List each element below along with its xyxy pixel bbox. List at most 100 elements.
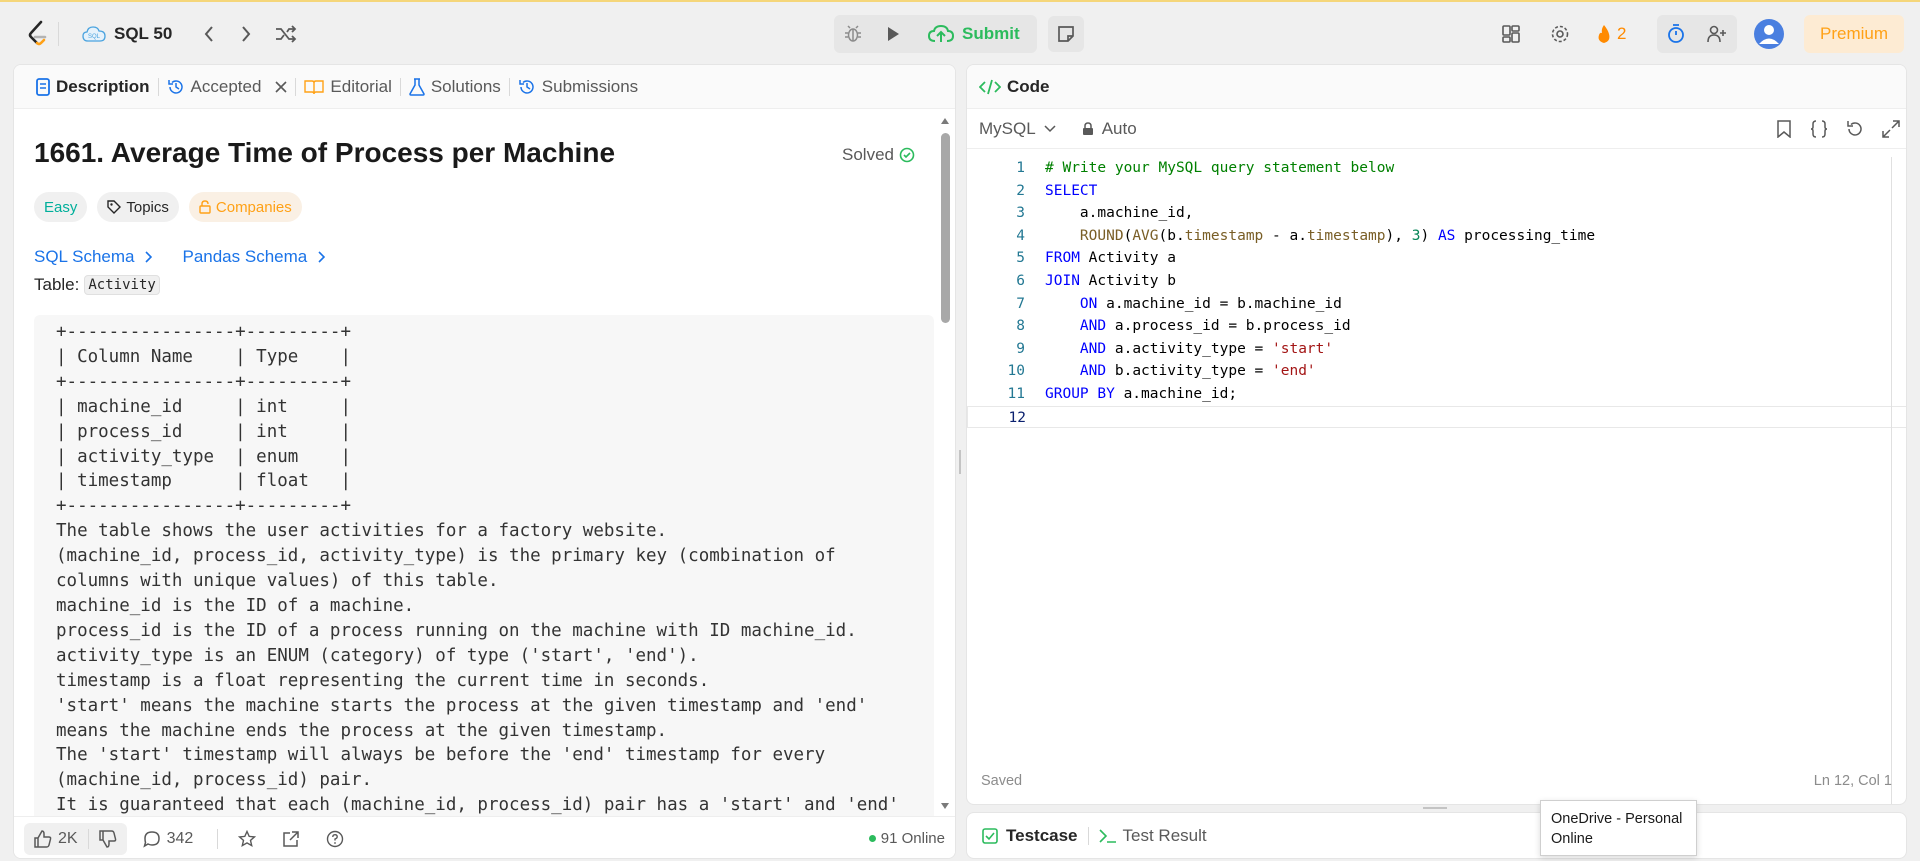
online-dot <box>868 835 876 842</box>
tab-submissions-label: Submissions <box>541 76 639 96</box>
fullscreen-icon[interactable] <box>1882 119 1900 138</box>
share-button[interactable] <box>282 830 300 848</box>
shuffle-button[interactable] <box>268 2 304 66</box>
tab-description[interactable]: Description <box>28 65 158 109</box>
next-question-button[interactable] <box>228 2 264 66</box>
pandas-schema-link[interactable]: Pandas Schema <box>182 247 326 267</box>
study-plan-title[interactable]: SQL SQL 50 <box>82 2 172 66</box>
tag-icon <box>107 200 122 214</box>
code-text: ROUND(AVG(b.timestamp - a.timestamp), 3)… <box>1045 225 1595 248</box>
tab-test-result[interactable]: Test Result <box>1098 814 1207 858</box>
solved-status: Solved <box>842 145 915 165</box>
tab-testcase[interactable]: Testcase <box>982 814 1078 858</box>
avatar[interactable] <box>1754 2 1784 66</box>
thumbs-up-icon <box>34 829 52 848</box>
tab-editorial[interactable]: Editorial <box>296 65 399 109</box>
thumbs-down-icon <box>98 829 116 848</box>
topics-label: Topics <box>126 198 169 216</box>
auto-label: Auto <box>1101 118 1137 138</box>
tab-submissions[interactable]: Submissions <box>510 65 646 109</box>
sql-schema-link[interactable]: SQL Schema <box>34 247 153 267</box>
document-icon <box>36 77 50 96</box>
code-token: a.activity_type = <box>1106 340 1272 357</box>
code-text: JOIN Activity b <box>1045 270 1176 293</box>
close-icon[interactable] <box>275 80 287 93</box>
tab-solutions[interactable]: Solutions <box>401 65 509 109</box>
description-panel: Description Accepted Editorial Solutions… <box>13 64 956 859</box>
bookmark-icon[interactable] <box>1776 119 1792 138</box>
line-number: 2 <box>1016 182 1025 199</box>
line-number: 10 <box>1007 363 1025 380</box>
horizontal-resize-handle[interactable] <box>1420 806 1450 810</box>
code-line: 1 # Write your MySQL query statement belo… <box>967 157 1906 180</box>
code-token: AND <box>1079 318 1107 335</box>
streak-counter[interactable]: 2 <box>1596 2 1626 66</box>
code-editor[interactable]: 1 # Write your MySQL query statement belo… <box>967 157 1906 717</box>
scroll-down-icon <box>941 803 949 809</box>
debug-button[interactable] <box>835 2 871 66</box>
notes-button[interactable] <box>1048 2 1084 66</box>
book-icon <box>304 79 325 94</box>
braces-format-icon[interactable] <box>1810 119 1828 138</box>
code-token: JOIN <box>1045 272 1080 289</box>
settings-button[interactable] <box>1542 2 1578 66</box>
run-button[interactable] <box>875 2 911 66</box>
layout-button[interactable] <box>1493 2 1529 66</box>
tab-description-label: Description <box>56 76 150 96</box>
line-number: 12 <box>1008 409 1026 426</box>
history-icon <box>519 79 534 94</box>
difficulty-badge[interactable]: Easy <box>34 192 88 222</box>
gear-icon <box>1551 25 1569 43</box>
timer-button[interactable] <box>1658 2 1694 66</box>
premium-button[interactable]: Premium <box>1804 2 1905 66</box>
streak-count: 2 <box>1617 24 1627 43</box>
prev-question-button[interactable] <box>191 2 227 66</box>
description-scrollbar[interactable] <box>938 113 952 813</box>
tab-code[interactable]: Code <box>979 65 1050 109</box>
help-button[interactable] <box>326 830 344 848</box>
auto-toggle[interactable]: Auto <box>1082 119 1137 139</box>
add-user-icon <box>1707 25 1726 43</box>
code-token: a.process_id = b.process_id <box>1106 318 1351 335</box>
comment-count: 342 <box>166 829 194 847</box>
code-token: timestamp <box>1184 227 1264 244</box>
code-token: AND <box>1079 363 1107 380</box>
code-token: 'end' <box>1272 363 1316 380</box>
code-token: GROUP BY <box>1045 385 1115 402</box>
comments-button[interactable]: 342 <box>142 829 194 848</box>
invite-button[interactable] <box>1699 2 1735 66</box>
logo-icon <box>28 20 47 46</box>
vertical-resize-handle[interactable] <box>957 450 963 474</box>
code-line: 5 FROM Activity a <box>967 247 1906 270</box>
code-token: timestamp <box>1306 227 1386 244</box>
terminal-icon <box>1098 828 1116 843</box>
comment-icon <box>142 830 160 848</box>
star-icon <box>238 829 257 847</box>
tab-accepted[interactable]: Accepted <box>159 65 296 109</box>
companies-tag[interactable]: Companies <box>188 192 302 222</box>
line-number: 1 <box>1016 160 1025 176</box>
code-token: SELECT <box>1045 182 1098 199</box>
schema-block: +----------------+---------+ | Column Na… <box>34 315 934 858</box>
code-token: ( <box>1123 227 1133 244</box>
leetcode-logo[interactable] <box>26 2 50 66</box>
save-status: Saved <box>981 773 1023 789</box>
tab-editorial-label: Editorial <box>330 76 392 96</box>
tooltip-line-1: OneDrive - Personal <box>1551 811 1683 827</box>
submit-button[interactable]: Submit <box>928 2 1020 66</box>
reset-icon[interactable] <box>1846 120 1864 138</box>
code-token: b.activity_type = <box>1106 363 1272 380</box>
testcase-label: Testcase <box>1006 825 1078 845</box>
scrollbar-thumb[interactable] <box>941 133 950 323</box>
dislike-button[interactable] <box>89 829 127 848</box>
line-number: 7 <box>1016 295 1025 312</box>
language-select[interactable]: MySQL <box>979 119 1056 139</box>
like-button[interactable]: 2K <box>24 830 88 848</box>
code-token: a.machine_id, <box>1045 205 1194 222</box>
table-name-code: Activity <box>84 275 160 295</box>
chevron-down-icon <box>1044 124 1056 132</box>
favorite-button[interactable] <box>238 829 257 848</box>
topics-tag[interactable]: Topics <box>97 192 179 222</box>
description-footer: 2K 342 91 Online <box>14 816 955 858</box>
